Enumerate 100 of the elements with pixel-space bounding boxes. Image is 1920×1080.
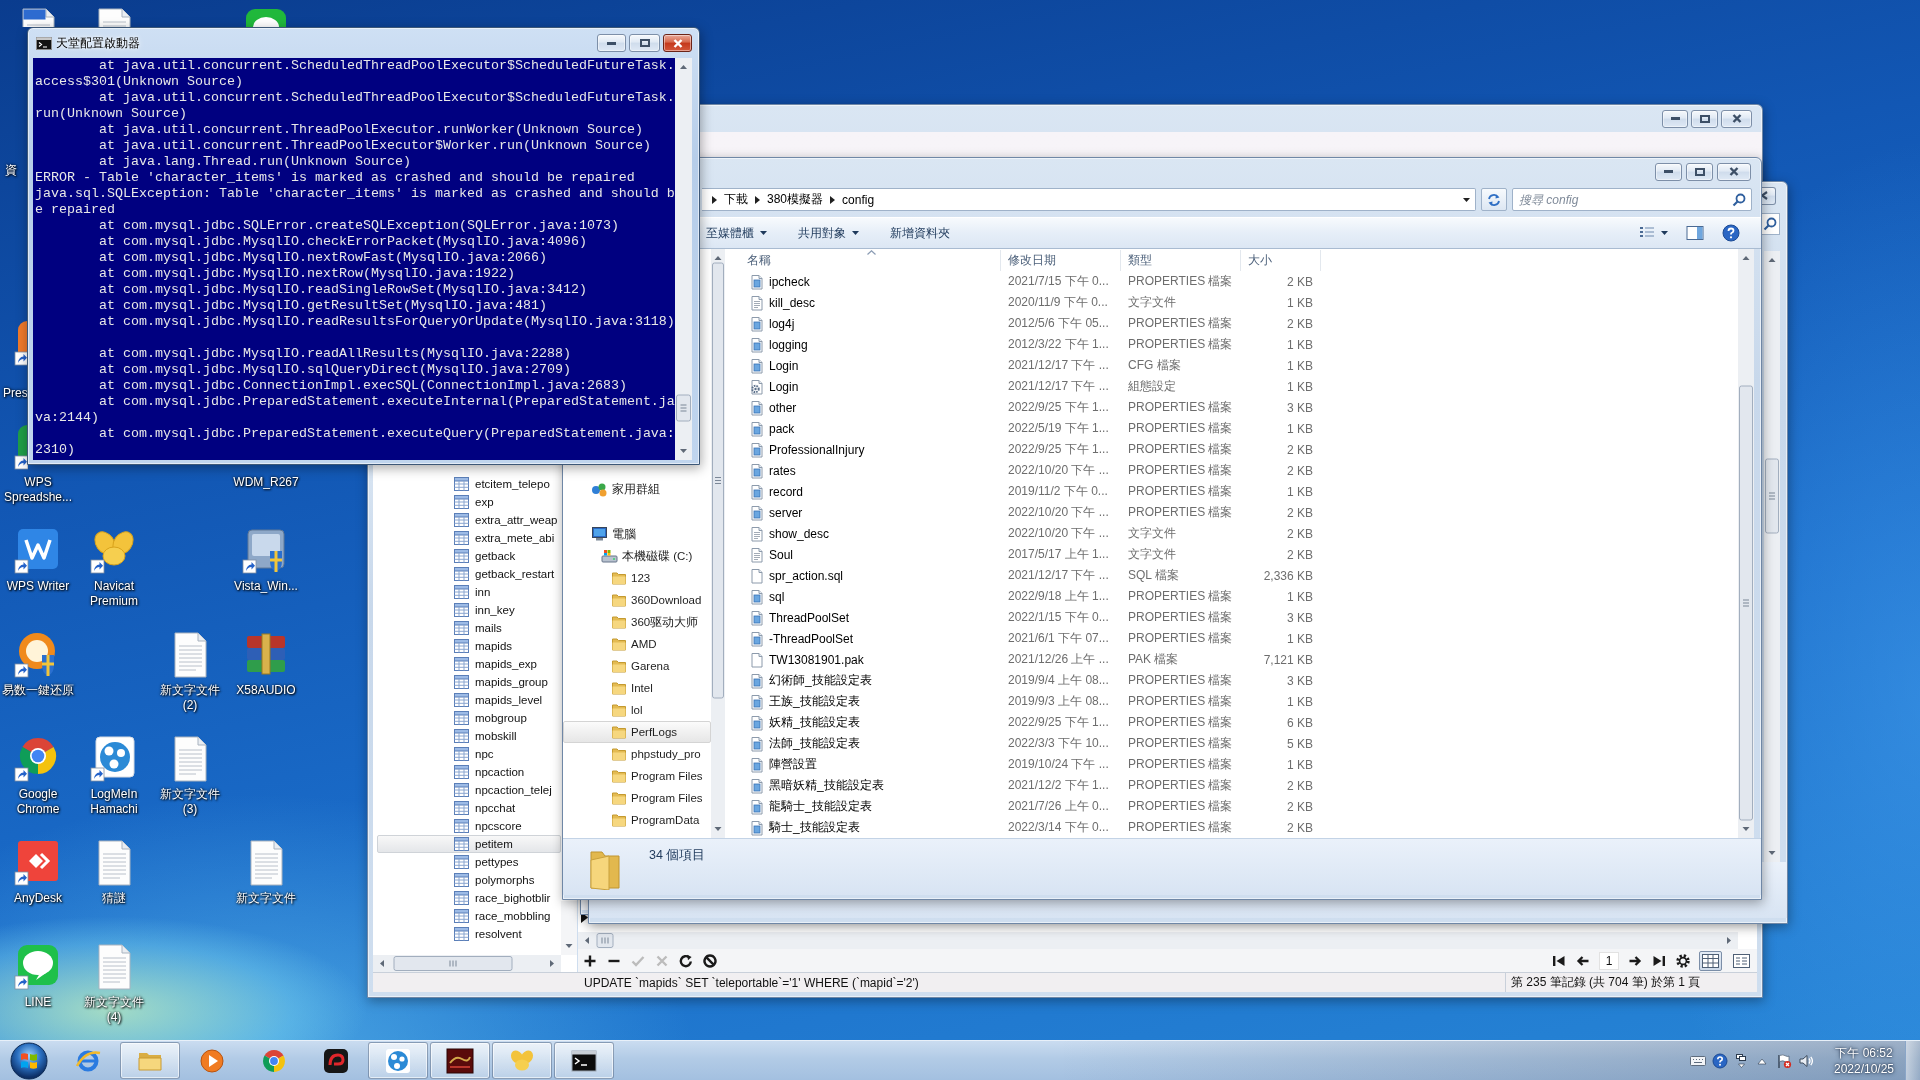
horizontal-scrollbar[interactable]: [578, 932, 1738, 949]
file-name[interactable]: ThreadPoolSet: [749, 609, 850, 626]
nav-item[interactable]: 電腦: [563, 523, 711, 545]
file-name[interactable]: pack: [749, 420, 795, 437]
file-name[interactable]: other: [749, 399, 797, 416]
keyboard-icon[interactable]: [1690, 1054, 1706, 1067]
file-name[interactable]: rates: [749, 462, 796, 479]
file-name[interactable]: ProfessionalInjury: [749, 441, 865, 458]
table-item[interactable]: pettypes: [377, 853, 561, 871]
desktop-icon-label[interactable]: LogMeIn Hamachi: [77, 787, 151, 817]
minimize-button[interactable]: [597, 34, 626, 52]
file-name[interactable]: Login: [749, 357, 799, 374]
taskbar-button[interactable]: [430, 1042, 490, 1079]
desktop-icon-label[interactable]: AnyDesk: [14, 891, 62, 906]
nav-item[interactable]: lol: [563, 699, 711, 721]
file-name[interactable]: 陣營設置: [749, 756, 817, 773]
help-icon[interactable]: [1722, 224, 1740, 242]
table-item[interactable]: mobskill: [377, 727, 561, 745]
table-item[interactable]: mapids_group: [377, 673, 561, 691]
search-input[interactable]: 搜尋 config: [1519, 192, 1732, 207]
minimize-button[interactable]: [1662, 109, 1688, 128]
table-item[interactable]: exp: [377, 493, 561, 511]
file-name[interactable]: kill_desc: [749, 294, 816, 311]
desktop-icon-label[interactable]: WDM_R267: [233, 475, 299, 490]
table-item[interactable]: npcchat: [377, 799, 561, 817]
nav-item[interactable]: Garena: [563, 655, 711, 677]
file-name[interactable]: sql: [749, 588, 785, 605]
preview-pane-icon[interactable]: [1686, 225, 1704, 241]
desktop-icon-label[interactable]: 新文字文件 (2): [153, 683, 227, 713]
vertical-scrollbar[interactable]: [1764, 251, 1780, 862]
desktop-icon-label[interactable]: 資: [5, 163, 17, 178]
table-item[interactable]: mapids_exp: [377, 655, 561, 673]
maximize-button[interactable]: [629, 34, 660, 52]
table-item[interactable]: mobgroup: [377, 709, 561, 727]
file-name[interactable]: 王族_技能設定表: [749, 693, 860, 710]
maximize-button[interactable]: [1686, 162, 1713, 181]
nav-item[interactable]: PerfLogs: [563, 721, 711, 743]
close-button[interactable]: [1721, 109, 1752, 128]
column-header[interactable]: 名稱: [747, 252, 771, 269]
nav-item[interactable]: AMD: [563, 633, 711, 655]
taskbar-button[interactable]: [554, 1042, 614, 1079]
nav-item[interactable]: 家用群組: [563, 478, 711, 500]
desktop-icon-label[interactable]: 易数一鍵还原: [2, 683, 74, 698]
desktop-icon-label[interactable]: X58AUDIO: [236, 683, 296, 698]
file-name[interactable]: Soul: [749, 546, 794, 563]
desktop-icon-label[interactable]: Navicat Premium: [77, 579, 151, 609]
view-options-button[interactable]: [1639, 226, 1668, 240]
toolbar-button[interactable]: 新增資料夾: [887, 221, 953, 245]
close-button[interactable]: [1717, 162, 1751, 181]
vertical-scrollbar[interactable]: [1738, 249, 1754, 838]
refresh-button[interactable]: [1481, 188, 1507, 211]
toolbar-button[interactable]: 共用對象: [795, 221, 862, 245]
nav-item[interactable]: Program Files: [563, 787, 711, 809]
table-item[interactable]: npcscore: [377, 817, 561, 835]
table-item[interactable]: petitem: [377, 835, 561, 853]
nav-item[interactable]: Intel: [563, 677, 711, 699]
circles-icon[interactable]: [90, 735, 138, 783]
nav-item[interactable]: 360驱动大师: [563, 611, 711, 633]
table-item[interactable]: npcaction: [377, 763, 561, 781]
vertical-scrollbar[interactable]: [561, 901, 577, 955]
start-button[interactable]: [9, 1040, 49, 1080]
desktop-icon-label[interactable]: 猜謎: [102, 891, 126, 906]
grid-view-button[interactable]: [1699, 950, 1722, 971]
table-item[interactable]: polymorphs: [377, 871, 561, 889]
file-name[interactable]: 龍騎士_技能設定表: [749, 798, 872, 815]
file-name[interactable]: server: [749, 504, 803, 521]
desktop-icon-label[interactable]: 新文字文件 (3): [153, 787, 227, 817]
vertical-scrollbar[interactable]: [711, 249, 725, 838]
table-item[interactable]: getback_restart: [377, 565, 561, 583]
table-item[interactable]: mapids: [377, 637, 561, 655]
nav-item[interactable]: 123: [563, 567, 711, 589]
close-button[interactable]: [1762, 186, 1776, 205]
refresh-icon[interactable]: [678, 952, 694, 969]
search-field[interactable]: [1760, 213, 1780, 235]
squares-arrow-icon[interactable]: [1734, 1052, 1748, 1069]
file-name[interactable]: logging: [749, 336, 808, 353]
page-field[interactable]: 1: [1599, 951, 1619, 970]
file-name[interactable]: Login: [749, 378, 799, 395]
table-item[interactable]: extra_mete_abi: [377, 529, 561, 547]
minimize-button[interactable]: [1655, 162, 1682, 181]
column-header[interactable]: 修改日期: [1008, 252, 1056, 269]
address-bar[interactable]: 下載 380模擬器 config: [702, 188, 1476, 211]
file-name[interactable]: show_desc: [749, 525, 830, 542]
table-item[interactable]: npc: [377, 745, 561, 763]
nav-item[interactable]: phpstudy_pro: [563, 743, 711, 765]
desktop-icon-label[interactable]: WPS Spreadshe...: [1, 475, 75, 505]
search-field[interactable]: 搜尋 config: [1512, 188, 1752, 211]
breadcrumb-item[interactable]: config: [839, 192, 878, 207]
file-name[interactable]: 妖精_技能設定表: [749, 714, 860, 731]
table-item[interactable]: etcitem_telepo: [377, 475, 561, 493]
table-item[interactable]: race_bighotblir: [377, 889, 561, 907]
file-name[interactable]: ipcheck: [749, 273, 810, 290]
speaker-icon[interactable]: [1798, 1052, 1814, 1069]
help-icon[interactable]: [1712, 1052, 1728, 1069]
desktop-icon-label[interactable]: Google Chrome: [1, 787, 75, 817]
file-name[interactable]: -ThreadPoolSet: [749, 630, 854, 647]
file-name[interactable]: TW13081901.pak: [749, 651, 864, 668]
table-item[interactable]: inn: [377, 583, 561, 601]
toolbar-button[interactable]: 至媒體櫃: [703, 221, 770, 245]
stop-icon[interactable]: [702, 952, 718, 969]
